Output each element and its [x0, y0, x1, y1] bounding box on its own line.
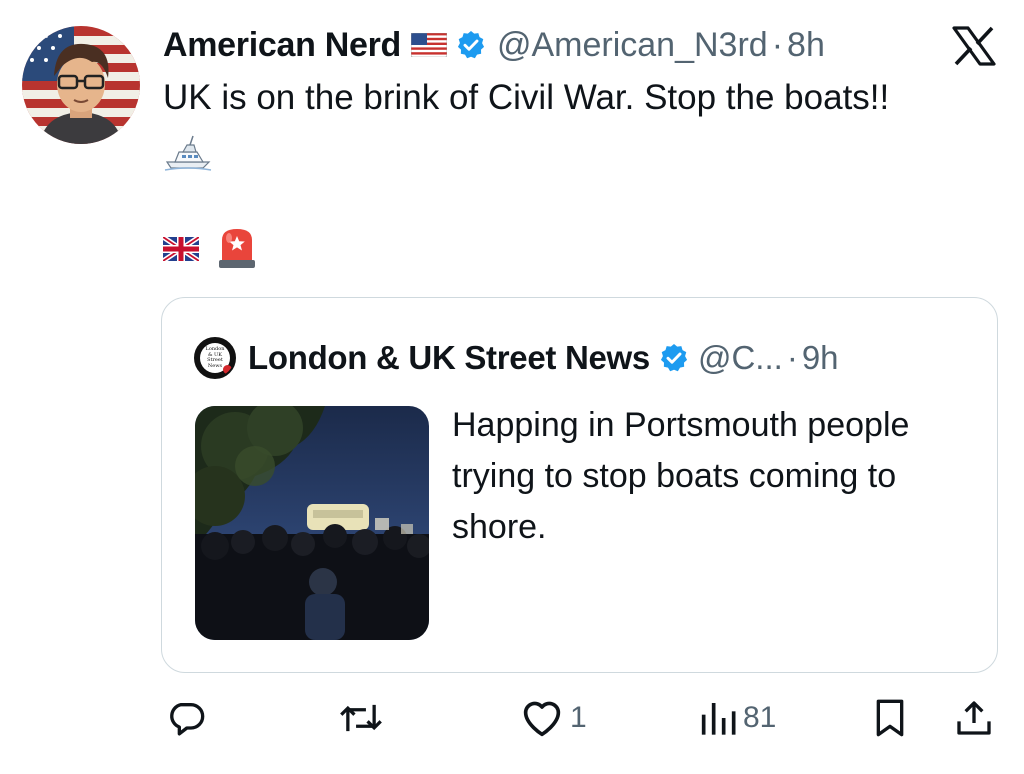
tweet-text: UK is on the brink of Civil War. Stop th… [163, 78, 890, 117]
speedboat-icon [163, 132, 213, 172]
bookmark-icon [876, 699, 904, 737]
share-button[interactable] [954, 696, 994, 740]
police-siren-icon [216, 226, 258, 270]
separator-dot: · [771, 25, 784, 64]
x-logo-icon [952, 26, 996, 66]
quoted-author-avatar[interactable]: London & UK Street News [194, 337, 236, 379]
uk-flag-icon [161, 234, 201, 264]
quoted-tweet-photo[interactable] [195, 406, 429, 640]
reply-button[interactable] [166, 696, 212, 740]
verified-badge-icon [455, 29, 487, 61]
like-count: 1 [570, 701, 587, 734]
quoted-tweet-header: London & UK Street News London & UK Stre… [194, 336, 839, 380]
quoted-author-handle[interactable]: @C... [698, 339, 783, 377]
retweet-button[interactable] [338, 696, 390, 740]
author-handle[interactable]: @American_N3rd [497, 26, 768, 65]
quoted-author-name[interactable]: London & UK Street News [248, 339, 650, 377]
retweet-icon [340, 704, 382, 732]
us-flag-icon [410, 32, 448, 58]
quoted-timestamp[interactable]: 9h [802, 339, 839, 377]
tweet-header: American Nerd @American_N3rd · 8h [163, 22, 825, 68]
tweet-timestamp[interactable]: 8h [787, 26, 825, 65]
views-icon [701, 703, 736, 735]
quoted-tweet-text: Happing in Portsmouth people trying to s… [452, 406, 910, 546]
author-name[interactable]: American Nerd [163, 26, 401, 65]
reply-icon [170, 703, 205, 736]
bookmark-button[interactable] [872, 696, 908, 740]
quoted-separator-dot: · [786, 339, 798, 376]
poppy-icon [223, 365, 232, 374]
views-button[interactable]: 81 [697, 696, 776, 740]
share-icon [957, 701, 991, 735]
quoted-verified-badge-icon [658, 342, 690, 374]
views-count: 81 [743, 701, 777, 734]
author-avatar[interactable] [22, 26, 140, 144]
heart-icon [523, 701, 561, 737]
like-button[interactable]: 1 [520, 696, 587, 740]
